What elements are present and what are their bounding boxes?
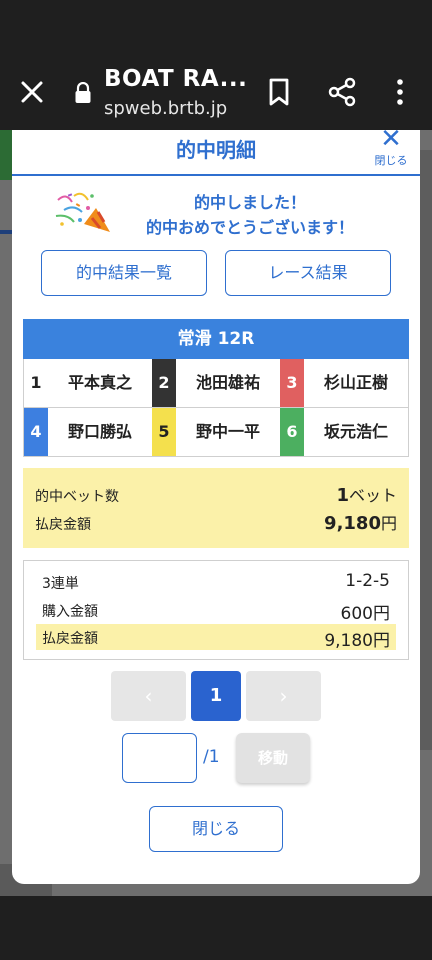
close-x-icon: ✕ [380,124,402,154]
bet-detail: 3連単 1-2-5 購入金額 600円 払戻金額 9,180円 [23,560,409,660]
more-options-icon[interactable] [388,76,412,108]
close-button[interactable]: 閉じる [149,806,283,852]
hit-detail-modal: 的中明細 ✕ 閉じる 的中しました！ 的中おめでとうございます！ 的中結果一覧 … [12,126,420,884]
race-results-button[interactable]: レース結果 [225,250,391,296]
prev-page-button[interactable]: ‹ [111,671,186,721]
bet-type-label: 3連単 [42,576,79,592]
url-text[interactable]: spweb.brtb.jp [104,98,227,119]
bet-type-row: 3連単 1-2-5 [36,569,396,595]
page-total: /1 [203,747,220,767]
pagination: ‹ 1 › [12,671,420,721]
racer-number: 4 [24,408,48,456]
payout-value: 9,180円 [324,510,397,534]
status-bar [0,0,432,54]
bookmark-icon[interactable] [264,76,294,108]
hit-bet-count-value: 1ベット [336,482,397,506]
detail-payout-value: 9,180円 [324,631,390,651]
payout-amount: 9,180 [324,513,381,534]
purchase-row: 購入金額 600円 [36,597,396,624]
go-button[interactable]: 移動 [236,733,310,783]
racer-number: 3 [280,359,304,407]
purchase-label: 購入金額 [42,604,98,620]
page-jump: /1 移動 [12,733,420,783]
racer-cell: 1 平本真之 [24,359,152,407]
racer-name: 野口勝弘 [67,422,132,441]
hit-bet-count-label: 的中ベット数 [35,489,119,505]
page-number-input[interactable] [122,733,197,783]
page-title[interactable]: BOAT RA... [104,66,247,92]
background-strip [420,150,432,750]
detail-payout-label: 払戻金額 [42,631,98,647]
racer-name: 池田雄祐 [195,373,260,392]
hit-results-list-button[interactable]: 的中結果一覧 [41,250,207,296]
modal-close-button[interactable]: ✕ 閉じる [372,124,410,167]
lock-icon [75,82,91,103]
congrats-text: 的中しました！ 的中おめでとうございます！ [110,190,390,240]
racer-name: 杉山正樹 [323,373,388,392]
racer-name: 坂元浩仁 [323,422,388,441]
hit-summary: 的中ベット数 1ベット 払戻金額 9,180円 [23,468,409,548]
payout-label: 払戻金額 [35,517,91,533]
current-page-button[interactable]: 1 [191,671,241,721]
next-page-button[interactable]: › [246,671,321,721]
race-header: 常滑 12R [23,319,409,359]
payout-unit: 円 [380,514,397,533]
modal-header: 的中明細 ✕ 閉じる [12,126,420,176]
racer-cell: 5 野中一平 [152,408,280,456]
racer-number: 6 [280,408,304,456]
racer-cell: 4 野口勝弘 [24,408,152,456]
detail-payout-row: 払戻金額 9,180円 [36,624,396,651]
modal-close-label: 閉じる [374,154,408,167]
racer-cell: 2 池田雄祐 [152,359,280,407]
racer-cell: 3 杉山正樹 [280,359,408,407]
modal-title: 的中明細 [176,138,256,162]
racer-name: 平本真之 [67,373,132,392]
party-popper-icon [55,192,110,232]
close-icon[interactable] [16,76,48,108]
share-icon[interactable] [326,76,358,108]
racer-number: 1 [24,359,48,407]
racer-table: 1 平本真之 2 池田雄祐 3 杉山正樹 4 野口勝弘 5 野中一平 6 坂元浩… [23,359,409,457]
congrats-line-2: 的中おめでとうございます！ [145,218,354,237]
racer-cell: 6 坂元浩仁 [280,408,408,456]
congrats-line-1: 的中しました！ [193,193,306,212]
purchase-value: 600円 [340,604,390,624]
racer-name: 野中一平 [195,422,260,441]
congrats-message: 的中しました！ 的中おめでとうございます！ [52,190,392,240]
hit-bet-count-number: 1 [336,485,349,506]
navigation-bar [0,896,432,960]
hit-bet-count-unit: ベット [348,486,397,505]
racer-number: 5 [152,408,176,456]
browser-toolbar: BOAT RA... spweb.brtb.jp [0,54,432,130]
racer-number: 2 [152,359,176,407]
bet-type-value: 1-2-5 [345,571,390,591]
